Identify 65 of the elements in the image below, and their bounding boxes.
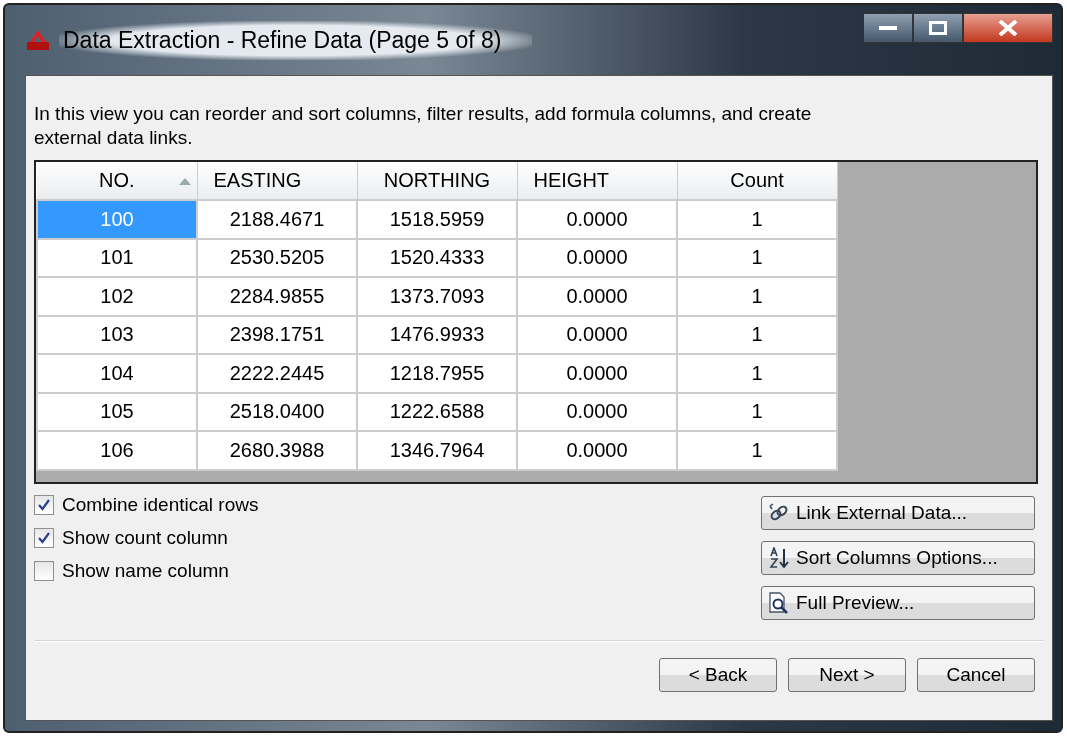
- table-cell[interactable]: 1518.5959: [357, 200, 517, 239]
- table-cell[interactable]: 103: [37, 315, 197, 354]
- chain-link-icon: [768, 503, 790, 523]
- table-cell[interactable]: 2680.3988: [197, 431, 357, 470]
- table-cell[interactable]: 1373.7093: [357, 277, 517, 316]
- table-cell[interactable]: 1: [677, 238, 837, 277]
- checkbox-label: Show count column: [62, 527, 228, 549]
- dialog-button[interactable]: Cancel: [917, 658, 1035, 692]
- table-cell[interactable]: 1: [677, 315, 837, 354]
- table-cell[interactable]: 104: [37, 354, 197, 393]
- table-cell[interactable]: 1: [677, 354, 837, 393]
- close-button[interactable]: [963, 13, 1053, 43]
- table-cell[interactable]: 102: [37, 277, 197, 316]
- table-cell[interactable]: 1: [677, 392, 837, 431]
- action-button[interactable]: Link External Data...: [761, 496, 1035, 530]
- close-icon: [998, 20, 1018, 36]
- table-cell[interactable]: 1222.6588: [357, 392, 517, 431]
- dialog-button[interactable]: Next >: [788, 658, 906, 692]
- table-cell[interactable]: 1520.4333: [357, 238, 517, 277]
- column-header[interactable]: HEIGHT: [517, 162, 677, 200]
- table-cell[interactable]: 1346.7964: [357, 431, 517, 470]
- column-header[interactable]: Count: [677, 162, 837, 200]
- table-cell[interactable]: 101: [37, 238, 197, 277]
- table-cell[interactable]: 0.0000: [517, 277, 677, 316]
- table-cell[interactable]: 2398.1751: [197, 315, 357, 354]
- table-cell[interactable]: 1: [677, 431, 837, 470]
- maximize-button[interactable]: [913, 13, 963, 43]
- checkbox-label: Combine identical rows: [62, 494, 259, 516]
- checkbox[interactable]: [34, 495, 54, 515]
- checkbox[interactable]: [34, 561, 54, 581]
- description-text: In this view you can reorder and sort columns, filter results, add formula columns, and create external data links.: [34, 102, 813, 150]
- sort-icon: [768, 547, 790, 569]
- dialog-button[interactable]: < Back: [659, 658, 777, 692]
- table-cell[interactable]: 0.0000: [517, 315, 677, 354]
- checkbox[interactable]: [34, 528, 54, 548]
- app-logo-icon: [25, 28, 51, 52]
- table-cell[interactable]: 106: [37, 431, 197, 470]
- action-button[interactable]: Sort Columns Options...: [761, 541, 1035, 575]
- table-cell[interactable]: 2222.2445: [197, 354, 357, 393]
- table-cell[interactable]: 2188.4671: [197, 200, 357, 239]
- table-cell[interactable]: 0.0000: [517, 431, 677, 470]
- table-cell[interactable]: 0.0000: [517, 392, 677, 431]
- minimize-icon: [879, 25, 897, 31]
- document-magnifier-icon: [768, 592, 790, 614]
- minimize-button[interactable]: [863, 13, 913, 43]
- table-cell[interactable]: 0.0000: [517, 354, 677, 393]
- table-cell[interactable]: 2518.0400: [197, 392, 357, 431]
- column-header[interactable]: EASTING: [197, 162, 357, 200]
- maximize-icon: [929, 21, 947, 35]
- table-cell[interactable]: 1218.7955: [357, 354, 517, 393]
- table-cell[interactable]: 0.0000: [517, 238, 677, 277]
- table-cell[interactable]: 0.0000: [517, 200, 677, 239]
- table-cell[interactable]: 1: [677, 277, 837, 316]
- table-cell[interactable]: 1476.9933: [357, 315, 517, 354]
- check-icon: [37, 531, 51, 545]
- column-header[interactable]: NO.: [37, 162, 197, 200]
- table-cell[interactable]: 2284.9855: [197, 277, 357, 316]
- table-cell[interactable]: 1: [677, 200, 837, 239]
- table-cell[interactable]: 105: [37, 392, 197, 431]
- action-button[interactable]: Full Preview...: [761, 586, 1035, 620]
- table-cell[interactable]: 2530.5205: [197, 238, 357, 277]
- column-header[interactable]: NORTHING: [357, 162, 517, 200]
- window-title: Data Extraction - Refine Data (Page 5 of 8): [59, 20, 532, 60]
- checkbox-label: Show name column: [62, 560, 229, 582]
- check-icon: [37, 498, 51, 512]
